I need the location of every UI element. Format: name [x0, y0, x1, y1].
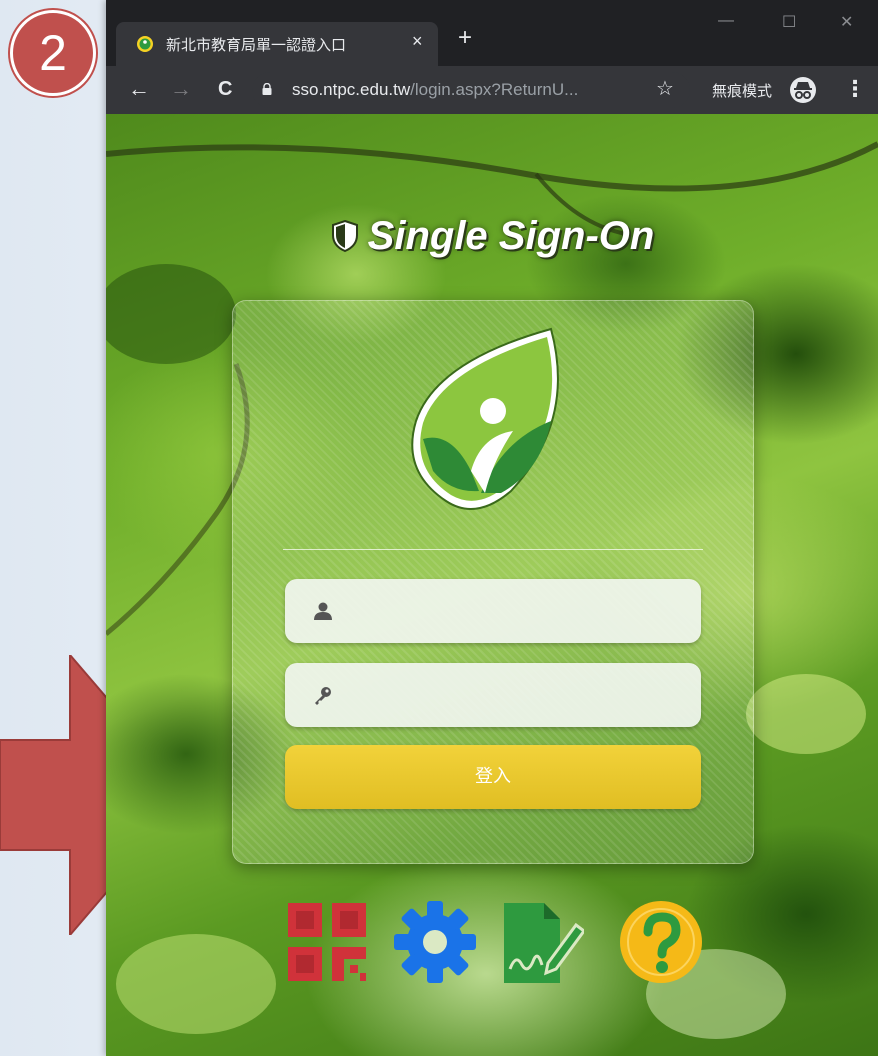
- tab-title: 新北市教育局單一認證入口: [166, 36, 347, 54]
- bottom-icon-row: [106, 899, 878, 989]
- url-text: sso.ntpc.edu.tw/login.aspx?ReturnU...: [292, 80, 578, 100]
- browser-toolbar: ← → C sso.ntpc.edu.tw/login.aspx?ReturnU…: [106, 66, 878, 114]
- forward-arrow-icon[interactable]: →: [170, 76, 192, 102]
- reload-icon[interactable]: C: [218, 76, 232, 102]
- page-title: Single Sign-On: [106, 214, 878, 259]
- tab-close-icon[interactable]: ×: [412, 31, 423, 52]
- back-arrow-icon[interactable]: ←: [128, 76, 150, 102]
- gear-icon[interactable]: [392, 899, 478, 985]
- browser-tab[interactable]: 新北市教育局單一認證入口 ×: [116, 22, 438, 66]
- new-tab-icon[interactable]: +: [458, 26, 472, 50]
- address-bar[interactable]: sso.ntpc.edu.tw/login.aspx?ReturnU...: [252, 72, 690, 108]
- shield-icon: [331, 219, 358, 253]
- key-icon: [315, 687, 331, 705]
- lock-icon: [262, 83, 272, 95]
- username-field[interactable]: [285, 579, 701, 645]
- password-field[interactable]: [285, 663, 701, 729]
- browser-window: 新北市教育局單一認證入口 × + — ☐ ✕ ← → C sso.ntpc.ed…: [106, 0, 878, 1056]
- qr-code-icon[interactable]: [284, 899, 370, 985]
- username-input[interactable]: [335, 579, 689, 645]
- site-favicon-icon: [137, 36, 153, 52]
- bookmark-star-icon[interactable]: ☆: [656, 76, 674, 101]
- browser-menu-icon[interactable]: ⋮: [844, 76, 866, 102]
- incognito-label: 無痕模式: [712, 82, 773, 100]
- login-panel: 登入: [232, 300, 754, 864]
- maximize-icon[interactable]: ☐: [782, 12, 796, 32]
- tab-strip: 新北市教育局單一認證入口 × + — ☐ ✕: [106, 0, 878, 66]
- ntpc-leaf-logo: [411, 327, 559, 510]
- login-page: Single Sign-On 登入: [106, 114, 878, 1056]
- step-number-badge: 2: [10, 10, 96, 96]
- page-title-text: Single Sign-On: [367, 214, 655, 258]
- url-path: /login.aspx?ReturnU...: [410, 80, 579, 99]
- minimize-icon[interactable]: —: [718, 12, 734, 30]
- window-close-icon[interactable]: ✕: [840, 12, 853, 32]
- signature-document-icon[interactable]: [498, 899, 584, 985]
- help-icon[interactable]: [618, 899, 704, 985]
- user-icon: [314, 602, 332, 620]
- url-host: sso.ntpc.edu.tw: [292, 80, 411, 99]
- password-input[interactable]: [335, 663, 689, 729]
- panel-divider: [283, 549, 703, 550]
- login-button[interactable]: 登入: [285, 745, 701, 809]
- incognito-icon[interactable]: [789, 76, 817, 104]
